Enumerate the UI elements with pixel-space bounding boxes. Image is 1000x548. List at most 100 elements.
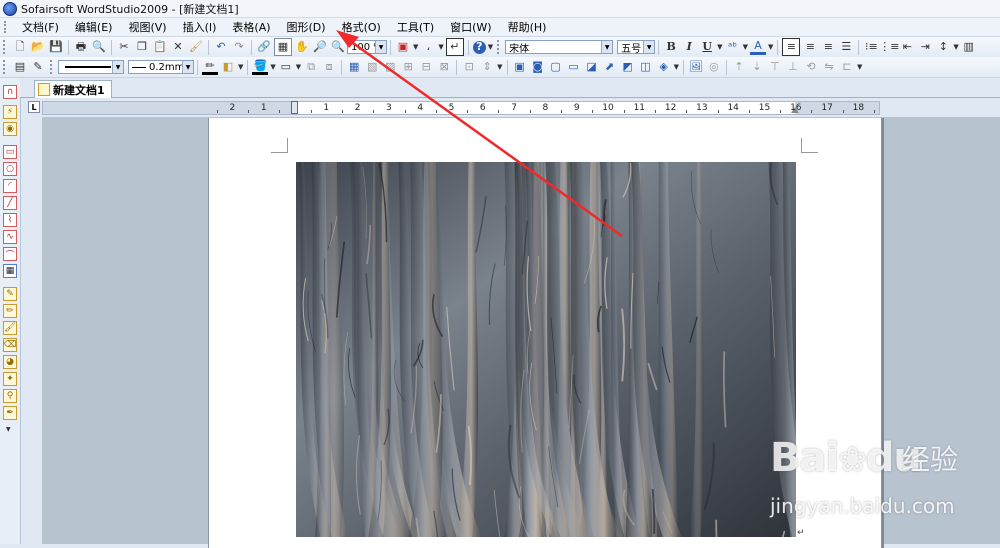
chevron-down-icon[interactable]: ▼ xyxy=(743,43,748,51)
shape-rect-icon[interactable]: ▣ xyxy=(512,59,528,75)
superscript-icon[interactable]: ᵃᵇ xyxy=(725,39,741,55)
new-icon[interactable]: 🗋 xyxy=(12,39,28,55)
bring-forward-icon[interactable]: ⇡ xyxy=(731,59,747,75)
chevron-down-icon[interactable]: ▼ xyxy=(643,41,655,53)
align-objects-icon[interactable]: ⊤ xyxy=(767,59,783,75)
pen-tool-icon[interactable]: ✎ xyxy=(3,287,17,301)
menu-format[interactable]: 格式(O) xyxy=(334,19,389,35)
magnet-icon[interactable]: ∩ xyxy=(3,85,17,99)
merge-cells-icon[interactable]: ▧ xyxy=(364,59,380,75)
line-tool-icon[interactable]: ╱ xyxy=(3,196,17,210)
indent-marker[interactable] xyxy=(291,101,298,114)
chevron-down-icon[interactable]: ▼ xyxy=(953,43,958,51)
edit-frame-icon[interactable]: ✎ xyxy=(30,59,46,75)
chevron-down-icon[interactable]: ▼ xyxy=(497,63,502,71)
menu-insert[interactable]: 插入(I) xyxy=(175,19,225,35)
inserted-rock-texture-image[interactable] xyxy=(296,162,796,537)
columns-icon[interactable]: ▥ xyxy=(961,39,977,55)
shape-arrow-icon[interactable]: ⬈ xyxy=(602,59,618,75)
zoom-icon[interactable]: 🔍 xyxy=(330,39,346,55)
shape-callout-icon[interactable]: ◪ xyxy=(584,59,600,75)
shape-polygon-icon[interactable]: ◈ xyxy=(656,59,672,75)
freehand-tool-icon[interactable]: ⌒ xyxy=(3,247,17,261)
open-icon[interactable]: 📂 xyxy=(30,39,46,55)
fill-tool-icon[interactable]: ◕ xyxy=(3,355,17,369)
cell-align-icon[interactable]: ⊡ xyxy=(461,59,477,75)
tab-stop-selector[interactable]: L xyxy=(28,101,40,113)
toolbar-grip[interactable] xyxy=(3,60,8,74)
symbol-icon[interactable]: ، xyxy=(420,39,436,55)
fill-icon[interactable]: ◧ xyxy=(220,59,236,75)
chevron-down-icon[interactable]: ▼ xyxy=(674,63,679,71)
menu-graphics[interactable]: 图形(D) xyxy=(279,19,334,35)
ellipse-tool-icon[interactable]: ○ xyxy=(3,162,17,176)
hyperlink-icon[interactable]: 🔗 xyxy=(256,39,272,55)
align-left-icon[interactable]: ≡ xyxy=(782,38,801,56)
hand-icon[interactable]: ✋ xyxy=(294,39,310,55)
table-insert-col-icon[interactable]: ⊠ xyxy=(436,59,452,75)
chevron-down-icon[interactable]: ▼ xyxy=(857,63,862,71)
menu-tools[interactable]: 工具(T) xyxy=(389,19,442,35)
menu-help[interactable]: 帮助(H) xyxy=(500,19,555,35)
decrease-indent-icon[interactable]: ⇤ xyxy=(899,39,915,55)
align-center-icon[interactable]: ≡ xyxy=(802,39,818,55)
horizontal-ruler[interactable]: 2 1 1 2 3 4 5 6 7 8 9 10 11 12 13 14 15 16 17 18 xyxy=(42,101,880,115)
tab-document-1[interactable]: 新建文档1 xyxy=(34,80,112,98)
toolbar-grip[interactable] xyxy=(50,60,55,74)
underline-button[interactable]: U xyxy=(699,39,715,55)
grid-icon[interactable]: ▦ xyxy=(274,38,292,56)
polyline-tool-icon[interactable]: ⌇ xyxy=(3,213,17,227)
brush-tool-icon[interactable]: 🖌 xyxy=(3,321,17,335)
ungroup-icon[interactable]: ⧈ xyxy=(321,59,337,75)
rotate-icon[interactable]: ⟲ xyxy=(803,59,819,75)
distribute-icon[interactable]: ⊥ xyxy=(785,59,801,75)
shape-ellipse-icon[interactable]: ◙ xyxy=(530,59,546,75)
table-border-icon[interactable]: ⊞ xyxy=(400,59,416,75)
justify-icon[interactable]: ☰ xyxy=(838,39,854,55)
text-tool-icon[interactable]: ✒ xyxy=(3,406,17,420)
insert-picture-icon[interactable]: 🖼 xyxy=(688,59,704,75)
chevron-down-icon[interactable]: ▼ xyxy=(112,61,123,73)
shape-tool-icon[interactable]: ◉ xyxy=(3,122,17,136)
menu-edit[interactable]: 编辑(E) xyxy=(67,19,121,35)
chevron-down-icon[interactable]: ▼ xyxy=(438,43,443,51)
send-backward-icon[interactable]: ⇣ xyxy=(749,59,765,75)
numbered-list-icon[interactable]: ⋮≡ xyxy=(879,39,899,55)
shape-line-icon[interactable]: ▭ xyxy=(566,59,582,75)
shape-curve-icon[interactable]: ◩ xyxy=(620,59,636,75)
insert-frame-icon[interactable]: ▣ xyxy=(395,39,411,55)
font-name-combo[interactable]: 宋体 ▼ xyxy=(505,40,614,55)
help-icon[interactable]: ? xyxy=(472,40,486,54)
print-icon[interactable]: 🖶 xyxy=(73,39,89,55)
shape-star-icon[interactable]: ◫ xyxy=(638,59,654,75)
chevron-down-icon[interactable]: ▼ xyxy=(270,63,275,71)
zoom-in-icon[interactable]: 🔎 xyxy=(312,39,328,55)
cell-valign-icon[interactable]: ⇕ xyxy=(479,59,495,75)
line-spacing-icon[interactable]: ↕ xyxy=(935,39,951,55)
chevron-down-icon[interactable]: ▼ xyxy=(601,41,613,53)
font-size-combo[interactable]: 五号 ▼ xyxy=(617,40,656,55)
delete-icon[interactable]: ✕ xyxy=(170,39,186,55)
text-box-icon[interactable]: ▤ xyxy=(12,59,28,75)
fill-color-icon[interactable]: 🪣 xyxy=(252,59,269,75)
copy-icon[interactable]: ❐ xyxy=(134,39,150,55)
menu-view[interactable]: 视图(V) xyxy=(120,19,174,35)
line-color-icon[interactable]: ✏ xyxy=(202,59,218,75)
wrap-icon[interactable]: ⊏ xyxy=(839,59,855,75)
cut-icon[interactable]: ✂ xyxy=(116,39,132,55)
bullet-list-icon[interactable]: ⁝≡ xyxy=(863,39,879,55)
pencil-tool-icon[interactable]: ✏ xyxy=(3,304,17,318)
chevron-down-icon[interactable]: ▼ xyxy=(182,61,193,73)
format-painter-icon[interactable]: 🖌 xyxy=(188,39,204,55)
chevron-down-icon[interactable]: ▼ xyxy=(717,43,722,51)
flip-icon[interactable]: ⇋ xyxy=(821,59,837,75)
menu-document[interactable]: 文档(F) xyxy=(14,19,67,35)
redo-icon[interactable]: ↷ xyxy=(231,39,247,55)
menu-table[interactable]: 表格(A) xyxy=(224,19,278,35)
dropper-tool-icon[interactable]: ⚲ xyxy=(3,389,17,403)
shadow-icon[interactable]: ▭ xyxy=(278,59,294,75)
lightning-icon[interactable]: ⚡ xyxy=(3,105,17,119)
menu-grip[interactable] xyxy=(4,21,9,33)
paragraph-mark-icon[interactable]: ↵ xyxy=(445,38,464,56)
eraser-tool-icon[interactable]: ⌫ xyxy=(3,338,17,352)
